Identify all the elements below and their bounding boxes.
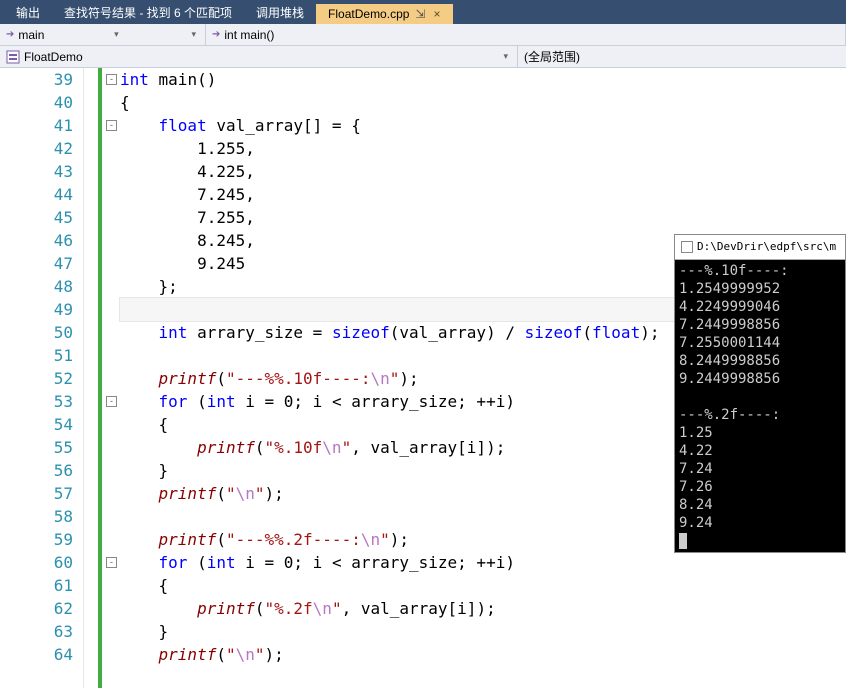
line-number-gutter: 3940414243444546474849505152535455565758…	[0, 68, 84, 688]
line-number: 51	[0, 344, 73, 367]
line-number: 43	[0, 160, 73, 183]
line-number: 41	[0, 114, 73, 137]
line-number: 45	[0, 206, 73, 229]
line-number: 46	[0, 229, 73, 252]
code-line[interactable]: float val_array[] = {	[120, 114, 846, 137]
nav-scope-text: main	[18, 28, 44, 42]
line-number: 47	[0, 252, 73, 275]
console-icon	[681, 241, 693, 253]
line-number: 62	[0, 597, 73, 620]
console-output: ---%.10f----: 1.2549999952 4.2249999046 …	[675, 260, 845, 552]
class-bar: FloatDemo ▾ (全局范围)	[0, 46, 846, 68]
close-icon[interactable]: ×	[433, 7, 440, 21]
line-number: 61	[0, 574, 73, 597]
pin-icon[interactable]: ⇲	[415, 7, 425, 21]
code-line[interactable]: 7.245,	[120, 183, 846, 206]
code-line[interactable]: }	[120, 620, 846, 643]
line-number: 50	[0, 321, 73, 344]
line-number: 44	[0, 183, 73, 206]
line-number: 58	[0, 505, 73, 528]
console-titlebar[interactable]: D:\DevDrir\edpf\src\m	[675, 235, 845, 260]
chevron-down-icon: ▾	[188, 29, 199, 40]
chevron-down-icon: ▾	[500, 51, 511, 62]
change-margin	[84, 68, 104, 688]
code-line[interactable]: 1.255,	[120, 137, 846, 160]
nav-bar: ➔ main ▾ ▾ ➔ int main()	[0, 24, 846, 46]
code-line[interactable]: for (int i = 0; i < arrary_size; ++i)	[120, 551, 846, 574]
document-tab[interactable]: 调用堆栈	[244, 1, 316, 24]
code-line[interactable]: {	[120, 91, 846, 114]
document-tab[interactable]: 输出	[4, 1, 52, 24]
console-window[interactable]: D:\DevDrir\edpf\src\m ---%.10f----: 1.25…	[674, 234, 846, 553]
code-line[interactable]: 4.225,	[120, 160, 846, 183]
nav-func-text: int main()	[224, 28, 274, 42]
document-tab[interactable]: 查找符号结果 - 找到 6 个匹配项	[52, 1, 244, 24]
fold-column: - - - -	[104, 68, 120, 688]
line-number: 57	[0, 482, 73, 505]
console-cursor	[679, 533, 687, 549]
code-line[interactable]: 7.255,	[120, 206, 846, 229]
line-number: 40	[0, 91, 73, 114]
line-number: 48	[0, 275, 73, 298]
line-number: 54	[0, 413, 73, 436]
nav-scope-dropdown[interactable]: ➔ main ▾ ▾	[0, 24, 206, 45]
scope-dropdown[interactable]: (全局范围)	[518, 46, 586, 67]
line-number: 55	[0, 436, 73, 459]
line-number: 63	[0, 620, 73, 643]
line-number: 42	[0, 137, 73, 160]
cpp-file-icon	[6, 50, 20, 64]
code-line[interactable]: {	[120, 574, 846, 597]
line-number: 64	[0, 643, 73, 666]
code-line[interactable]: printf("\n");	[120, 643, 846, 666]
nav-func-dropdown[interactable]: ➔ int main()	[206, 24, 846, 45]
fold-toggle[interactable]: -	[106, 557, 117, 568]
chevron-down-icon: ▾	[111, 29, 122, 40]
fold-toggle[interactable]: -	[106, 120, 117, 131]
scope-text: (全局范围)	[524, 48, 580, 65]
line-number: 53	[0, 390, 73, 413]
line-number: 52	[0, 367, 73, 390]
console-title: D:\DevDrir\edpf\src\m	[697, 238, 836, 256]
file-name: FloatDemo	[24, 50, 83, 64]
document-tabstrip: 输出查找符号结果 - 找到 6 个匹配项调用堆栈FloatDemo.cpp⇲×	[0, 0, 846, 24]
arrow-icon: ➔	[212, 29, 220, 40]
document-tab[interactable]: FloatDemo.cpp⇲×	[316, 4, 452, 24]
fold-toggle[interactable]: -	[106, 74, 117, 85]
line-number: 59	[0, 528, 73, 551]
code-line[interactable]: int main()	[120, 68, 846, 91]
line-number: 56	[0, 459, 73, 482]
fold-toggle[interactable]: -	[106, 396, 117, 407]
code-line[interactable]: printf("%.2f\n", val_array[i]);	[120, 597, 846, 620]
arrow-icon: ➔	[6, 29, 14, 40]
file-dropdown[interactable]: FloatDemo ▾	[0, 46, 518, 67]
line-number: 60	[0, 551, 73, 574]
line-number: 49	[0, 298, 73, 321]
line-number: 39	[0, 68, 73, 91]
